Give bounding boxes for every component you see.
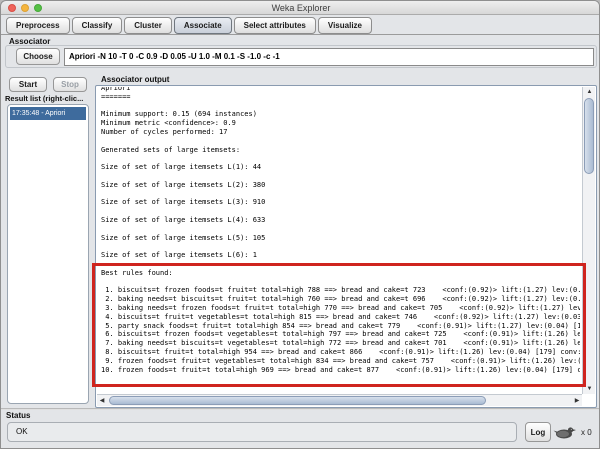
associator-chooser-panel: Choose Apriori -N 10 -T 0 -C 0.9 -D 0.05…	[5, 45, 597, 68]
tab-preprocess[interactable]: Preprocess	[6, 17, 70, 34]
title-bar: Weka Explorer	[1, 1, 599, 15]
scheme-params: -N 10 -T 0 -C 0.9 -D 0.05 -U 1.0 -M 0.1 …	[95, 52, 280, 61]
status-message: OK	[16, 427, 28, 436]
associator-output-panel: Apriori ======= Minimum support: 0.15 (6…	[95, 85, 597, 408]
scroll-left-icon[interactable]: ◀	[97, 395, 107, 407]
weka-bird-icon	[553, 425, 577, 440]
tab-associate[interactable]: Associate	[173, 17, 232, 34]
vertical-scrollbar[interactable]: ▲ ▼	[582, 87, 595, 394]
horizontal-scrollbar[interactable]: ◀ ▶	[97, 394, 582, 406]
status-section-label: Status	[6, 411, 31, 420]
result-list-label: Result list (right-clic...	[5, 94, 84, 103]
scheme-field[interactable]: Apriori -N 10 -T 0 -C 0.9 -D 0.05 -U 1.0…	[64, 48, 594, 66]
stop-button[interactable]: Stop	[53, 77, 87, 92]
weka-explorer-window: Weka Explorer Preprocess Classify Cluste…	[0, 0, 600, 449]
tab-select-attributes[interactable]: Select attributes	[233, 17, 316, 34]
start-button[interactable]: Start	[9, 77, 47, 92]
log-button[interactable]: Log	[525, 422, 551, 442]
associator-output-label: Associator output	[101, 75, 170, 84]
vertical-scroll-thumb[interactable]	[584, 98, 594, 174]
scheme-name: Apriori	[69, 52, 96, 61]
tab-cluster[interactable]: Cluster	[124, 17, 172, 34]
scroll-right-icon[interactable]: ▶	[572, 395, 582, 407]
scroll-down-icon[interactable]: ▼	[583, 384, 596, 394]
output-text-clip: Apriori ======= Minimum support: 0.15 (6…	[101, 87, 580, 393]
scroll-up-icon[interactable]: ▲	[583, 87, 596, 97]
bird-counter: x 0	[581, 428, 592, 437]
result-list-item[interactable]: 17:35:48 - Apriori	[10, 107, 86, 120]
choose-button[interactable]: Choose	[16, 48, 60, 65]
tab-separator	[1, 34, 599, 35]
tab-bar: Preprocess Classify Cluster Associate Se…	[6, 17, 372, 34]
horizontal-scroll-thumb[interactable]	[109, 396, 486, 405]
associator-output-text[interactable]: Apriori ======= Minimum support: 0.15 (6…	[101, 87, 580, 374]
tab-visualize[interactable]: Visualize	[317, 17, 372, 34]
window-title: Weka Explorer	[271, 3, 331, 13]
result-list[interactable]: 17:35:48 - Apriori	[7, 104, 89, 404]
tab-classify[interactable]: Classify	[71, 17, 123, 34]
status-message-box: OK	[7, 422, 517, 442]
status-separator	[1, 408, 599, 410]
